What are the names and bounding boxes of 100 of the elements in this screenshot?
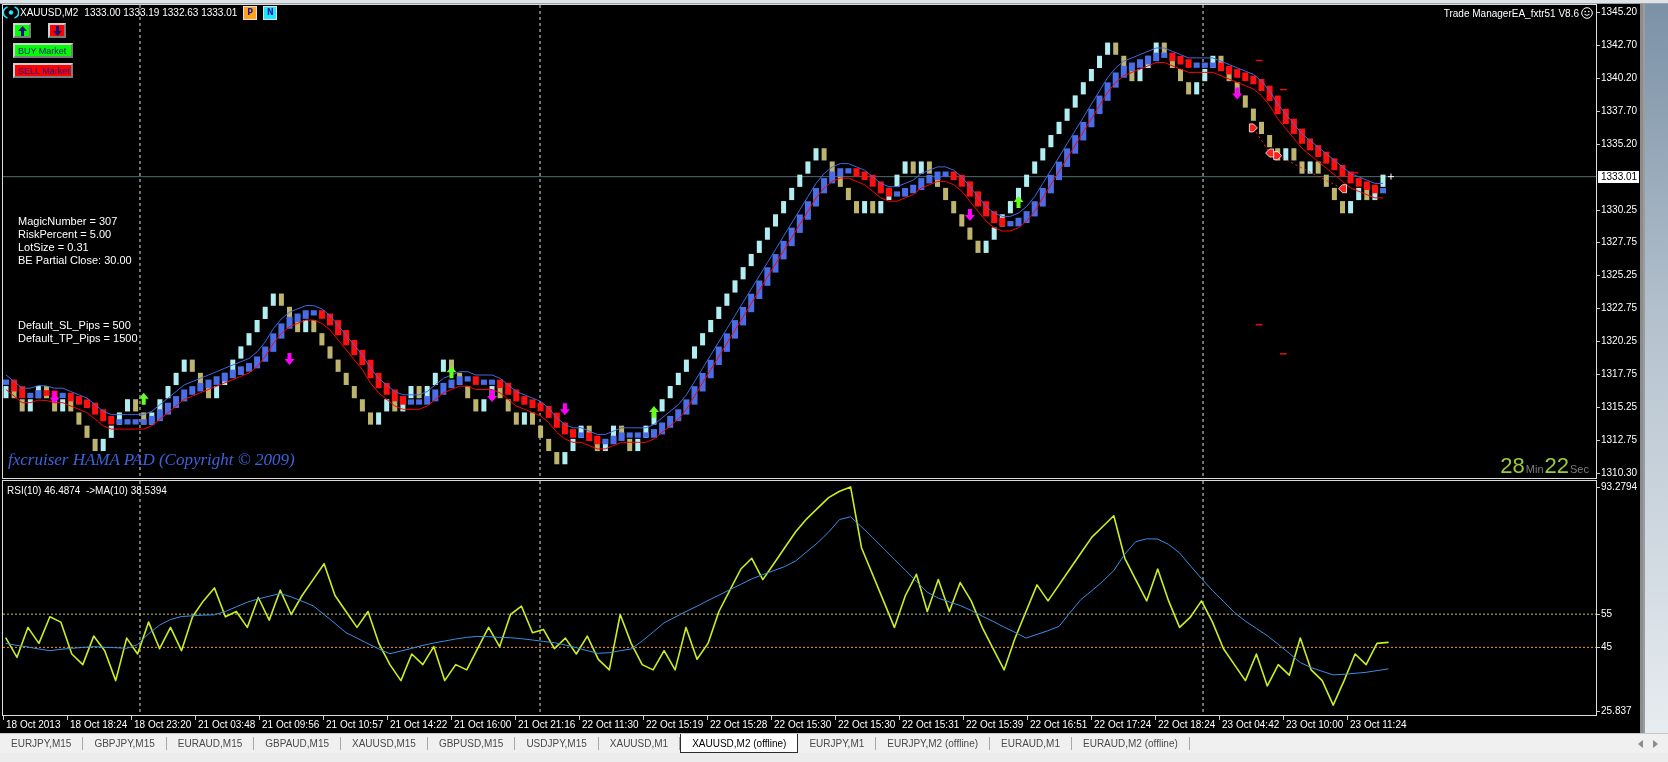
setting-text: Default_TP_Pips = 1500 [18,332,138,345]
left-pointer-icon [1265,148,1274,158]
chart-tab[interactable]: GBPJPY,M15 [83,737,167,750]
indicator-toggle-button[interactable]: P [243,5,258,20]
indicator-toggle-button[interactable]: N [263,5,278,20]
time-axis-label: 22 Oct 15:28 [710,719,768,731]
indicator-label: RSI(10) 46.4874 ->MA(10) 38.5394 [7,485,167,497]
time-axis-label: 22 Oct 15:19 [646,719,704,731]
setting-text: RiskPercent = 5.00 [18,228,113,241]
time-axis-label: 21 Oct 16:00 [454,719,512,731]
price-axis-label: 1345.20 [1601,6,1638,18]
chart-tab[interactable]: EURAUD,M2 (offline) [1072,737,1190,750]
time-axis-label: 18 Oct 18:24 [70,719,128,731]
price-axis-label: 1327.75 [1601,236,1638,249]
price-axis-label: 1315.25 [1601,401,1638,414]
price-axis-label: 1320.25 [1601,335,1638,348]
time-axis-label: 22 Oct 15:31 [902,719,960,731]
scroll-left-icon[interactable] [1638,739,1643,748]
market-order-button[interactable]: SELL Market [13,63,73,78]
time-axis-label: 22 Oct 15:30 [838,719,896,731]
time-axis-label: 22 Oct 11:30 [582,719,639,731]
up-arrow-icon [1013,195,1024,208]
indicator-axis-label: 45 [1601,641,1613,654]
right-pointer-icon [1249,123,1258,133]
down-arrow-icon [559,403,570,416]
chart-tab[interactable]: EURJPY,M1 [798,737,877,750]
chart-tab[interactable]: EURAUD,M15 [166,737,255,750]
chart-tab[interactable]: GBPUSD,M15 [427,737,516,750]
time-axis-label: 23 Oct 11:24 [1350,719,1407,731]
price-axis-label: 1337.70 [1601,104,1638,117]
up-arrow-icon [649,405,659,418]
indicator-axis-label: 25.837 [1601,705,1632,717]
down-arrow-button[interactable] [48,23,66,38]
level-dash [1254,324,1264,326]
right-pointer-icon [1273,151,1283,161]
time-axis-label: 21 Oct 03:48 [198,719,256,731]
up-arrow-icon [17,25,27,36]
price-axis-label: 1335.20 [1601,137,1638,150]
setting-text: LotSize = 0.31 [18,241,90,254]
timer-unit: Sec [1570,463,1589,475]
timer-minutes: 28 [1500,455,1525,477]
chart-tab[interactable]: XAUUSD,M2 (offline) [680,734,799,753]
indicator-axis-label: 55 [1601,608,1613,621]
setting-text: BE Partial Close: 30.00 [18,254,132,267]
price-quote: 1333.00 1333.19 1332.63 1333.01 [84,7,238,18]
price-axis-label: 1330.25 [1601,203,1638,216]
time-axis-label: 21 Oct 09:56 [262,719,320,731]
down-arrow-icon [964,209,975,222]
smiley-icon [1581,7,1593,19]
time-axis-label: 22 Oct 16:51 [1030,719,1088,731]
level-dash [1279,353,1288,355]
price-axis-label: 1325.25 [1601,269,1638,282]
indicator-axis-label: 93.2794 [1601,481,1638,493]
indicator-credit: fxcruiser HAMA PAD (Copyright © 2009) [8,450,295,470]
price-axis-label: 1340.20 [1601,71,1638,84]
time-axis-label: 22 Oct 15:30 [774,719,832,731]
time-axis-label: 21 Oct 14:22 [390,719,448,731]
price-axis-label: 1312.75 [1601,434,1638,446]
time-axis-label: 23 Oct 04:42 [1222,719,1280,731]
time-axis-label: 22 Oct 17:24 [1094,719,1152,731]
time-axis-label: 22 Oct 15:39 [966,719,1024,731]
scroll-right-icon[interactable] [1653,739,1658,748]
down-arrow-icon [1232,87,1243,100]
expert-advisor-label: Trade ManagerEA_fxtr51 V8.6 [1443,7,1579,19]
time-axis-label: 18 Oct 2013 [6,719,61,731]
chart-tab[interactable]: EURJPY,M2 (offline) [876,737,991,750]
time-axis-label: 23 Oct 10:00 [1286,719,1344,731]
symbol-title: XAUUSD,M2 [20,7,79,18]
price-axis-label: 1322.75 [1601,302,1638,315]
chart-tab[interactable]: EURAUD,M1 [990,737,1072,750]
timer-unit: Min [1525,463,1544,475]
level-dash [1279,88,1288,91]
setting-text: MagicNumber = 307 [18,215,119,228]
plus-marker-icon [1387,173,1395,181]
time-axis-label: 21 Oct 10:57 [326,719,384,731]
down-arrow-icon [487,390,497,403]
price-axis-label: 1310.30 [1601,466,1638,479]
setting-text: Default_SL_Pips = 500 [18,319,132,332]
up-arrow-icon [446,366,457,379]
level-dash [1350,172,1359,174]
chart-tab[interactable]: GBPAUD,M15 [254,737,341,750]
time-axis-label: 22 Oct 18:24 [1158,719,1216,731]
chart-tab[interactable]: USDJPY,M15 [515,737,599,750]
time-axis-label: 21 Oct 21:16 [518,719,576,731]
timer-seconds: 22 [1544,455,1570,477]
price-axis-label: 1342.70 [1601,38,1638,51]
left-pointer-icon [1338,184,1347,194]
level-dash [1254,59,1264,62]
chart-tab[interactable]: XAUUSD,M15 [341,737,428,750]
market-order-button[interactable]: BUY Market [13,43,73,58]
up-arrow-button[interactable] [13,23,31,38]
time-axis-label: 18 Oct 23:20 [134,719,192,731]
signal-icon [3,6,19,19]
chart-tab[interactable]: EURJPY,M15 [0,737,84,750]
down-arrow-icon [284,353,295,366]
price-axis-label: 1317.75 [1601,368,1638,381]
down-arrow-icon [49,391,60,404]
down-arrow-icon [52,25,62,36]
up-arrow-icon [138,392,149,405]
current-price-label: 1333.01 [1598,170,1639,183]
